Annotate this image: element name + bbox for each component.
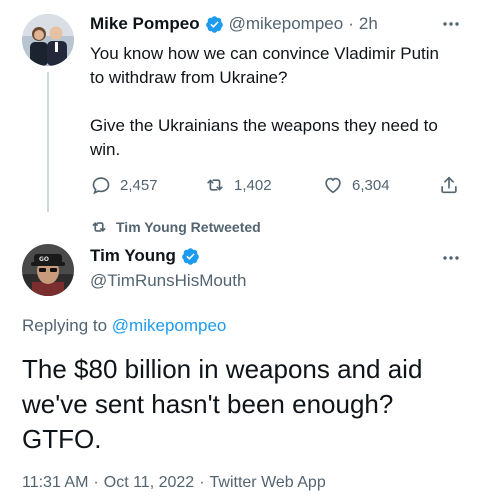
main-text-line: we've sent hasn't been enough? xyxy=(22,389,394,419)
date[interactable]: Oct 11, 2022 xyxy=(104,474,194,492)
verified-badge-icon xyxy=(182,247,199,265)
source-app: Twitter Web App xyxy=(209,474,326,491)
tweet-metadata: 11:31 AM · Oct 11, 2022 · Twitter Web Ap… xyxy=(22,474,326,492)
replying-to: Replying to @mikepompeo xyxy=(22,316,226,336)
retweet-icon xyxy=(92,222,106,232)
retweet-banner-text: Tim Young Retweeted xyxy=(116,219,261,235)
retweet-banner[interactable]: Tim Young Retweeted xyxy=(90,218,261,236)
separator: · xyxy=(93,474,99,491)
main-text-line: GTFO. xyxy=(22,424,102,454)
parent-tweet-header: Mike Pompeo @mikepompeo · 2h xyxy=(90,14,378,34)
separator: · xyxy=(199,474,205,491)
main-text-line: The $80 billion in weapons and aid xyxy=(22,354,423,384)
timestamp[interactable]: 11:31 AM xyxy=(22,474,88,492)
more-options-icon[interactable] xyxy=(441,14,461,39)
retweet-count: 1,402 xyxy=(234,176,272,194)
author-name[interactable]: Mike Pompeo xyxy=(90,14,200,34)
tim-young-avatar[interactable]: GO xyxy=(22,244,74,296)
reply-count: 2,457 xyxy=(120,176,158,194)
retweet-button[interactable]: 1,402 xyxy=(204,174,272,196)
more-options-icon[interactable] xyxy=(441,248,461,273)
like-icon xyxy=(325,177,341,194)
main-tweet-header: Tim Young xyxy=(90,246,200,266)
mike-pompeo-avatar[interactable] xyxy=(22,14,74,66)
author-name[interactable]: Tim Young xyxy=(90,246,176,266)
replying-prefix: Replying to xyxy=(22,316,108,335)
parent-tweet-text: You know how we can convince Vladimir Pu… xyxy=(90,42,460,162)
author-handle[interactable]: @TimRunsHisMouth xyxy=(90,271,246,291)
parent-text-line: You know how we can convince Vladimir Pu… xyxy=(90,44,440,63)
parent-text-line: win. xyxy=(90,140,121,159)
parent-text-line: Give the Ukrainians the weapons they nee… xyxy=(90,116,438,135)
retweet-icon xyxy=(207,179,223,191)
verified-badge-icon xyxy=(205,15,223,33)
like-count: 6,304 xyxy=(352,176,390,194)
separator: · xyxy=(348,14,354,33)
share-button[interactable] xyxy=(438,174,460,196)
share-icon xyxy=(441,176,457,194)
replying-handle-link[interactable]: @mikepompeo xyxy=(112,316,227,335)
reply-icon xyxy=(92,177,110,195)
main-tweet-text: The $80 billion in weapons and aid we've… xyxy=(22,352,472,457)
thread-line xyxy=(47,72,49,212)
svg-text:GO: GO xyxy=(39,256,49,263)
author-handle[interactable]: @mikepompeo xyxy=(229,14,344,34)
parent-text-line: to withdraw from Ukraine? xyxy=(90,68,288,87)
like-button[interactable]: 6,304 xyxy=(322,174,390,196)
time-ago[interactable]: 2h xyxy=(359,14,378,34)
reply-button[interactable]: 2,457 xyxy=(90,174,158,196)
